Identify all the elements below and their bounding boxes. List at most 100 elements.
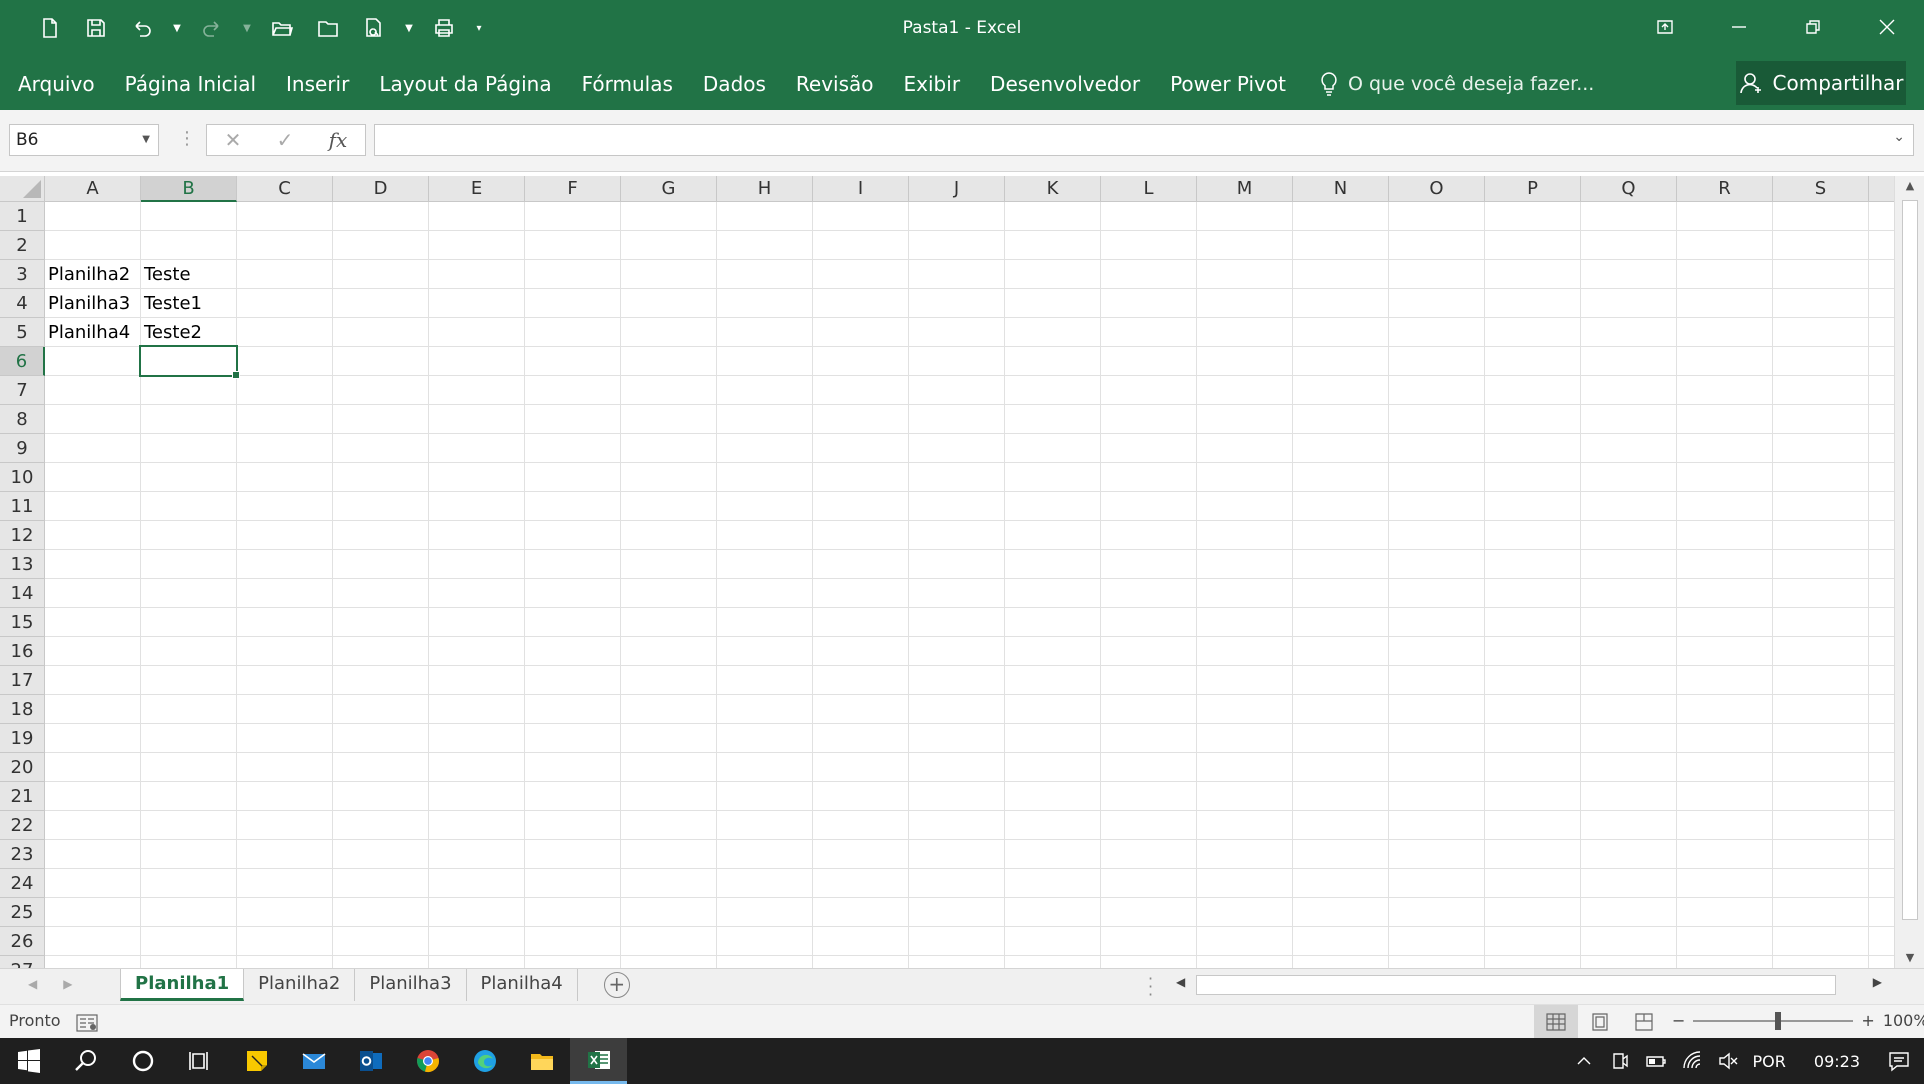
scroll-right-icon[interactable]: ▶ [1873, 975, 1882, 989]
column-header-e[interactable]: E [429, 176, 525, 202]
row-header-6[interactable]: 6 [0, 347, 45, 376]
vertical-scroll-thumb[interactable] [1902, 200, 1918, 920]
volume-muted-icon[interactable] [1717, 1050, 1739, 1072]
column-header-j[interactable]: J [909, 176, 1005, 202]
confirm-entry-icon[interactable]: ✓ [277, 128, 294, 152]
row-header-14[interactable]: 14 [0, 579, 45, 608]
tab-layout-da-pagina[interactable]: Layout da Página [367, 66, 563, 102]
column-header-n[interactable]: N [1293, 176, 1389, 202]
tab-formulas[interactable]: Fórmulas [570, 66, 685, 102]
row-header-13[interactable]: 13 [0, 550, 45, 579]
row-header-15[interactable]: 15 [0, 608, 45, 637]
column-header-g[interactable]: G [621, 176, 717, 202]
taskbar-outlook[interactable] [342, 1038, 399, 1084]
row-header-1[interactable]: 1 [0, 202, 45, 231]
tab-exibir[interactable]: Exibir [892, 66, 973, 102]
macro-recording-icon[interactable] [76, 1014, 98, 1032]
page-layout-view-button[interactable] [1578, 1005, 1622, 1039]
row-header-11[interactable]: 11 [0, 492, 45, 521]
row-header-17[interactable]: 17 [0, 666, 45, 695]
scroll-left-icon[interactable]: ◀ [1176, 975, 1185, 989]
cell-a3[interactable]: Planilha2 [45, 260, 130, 289]
restore-button[interactable] [1776, 0, 1850, 54]
sheet-tab-planilha4[interactable]: Planilha4 [467, 969, 578, 1001]
formula-bar-splitter[interactable]: ⋮ [178, 128, 196, 149]
close-button[interactable] [1850, 0, 1924, 54]
battery-icon[interactable] [1645, 1050, 1667, 1072]
row-header-18[interactable]: 18 [0, 695, 45, 724]
cell-b4[interactable]: Teste1 [141, 289, 202, 318]
column-header-p[interactable]: P [1485, 176, 1581, 202]
zoom-out-button[interactable]: − [1672, 1011, 1685, 1030]
sheet-prev-icon[interactable]: ◀ [28, 977, 37, 991]
row-header-27[interactable]: 27 [0, 956, 45, 968]
column-header-m[interactable]: M [1197, 176, 1293, 202]
row-header-5[interactable]: 5 [0, 318, 45, 347]
column-header-k[interactable]: K [1005, 176, 1101, 202]
taskbar-mail[interactable] [285, 1038, 342, 1084]
row-header-22[interactable]: 22 [0, 811, 45, 840]
formula-input[interactable]: ⌄ [374, 124, 1914, 156]
column-header-d[interactable]: D [333, 176, 429, 202]
column-header-b[interactable]: B [141, 176, 237, 202]
active-cell-outline[interactable] [139, 345, 240, 379]
ribbon-display-options-button[interactable] [1628, 0, 1702, 54]
zoom-slider-knob[interactable] [1775, 1011, 1782, 1030]
tab-desenvolvedor[interactable]: Desenvolvedor [978, 66, 1152, 102]
row-header-10[interactable]: 10 [0, 463, 45, 492]
vertical-scrollbar[interactable]: ▲ ▼ [1894, 176, 1924, 968]
sheet-tab-planilha1[interactable]: Planilha1 [120, 969, 245, 1001]
tab-arquivo[interactable]: Arquivo [6, 66, 107, 102]
row-header-4[interactable]: 4 [0, 289, 45, 318]
tab-dados[interactable]: Dados [691, 66, 778, 102]
cancel-entry-icon[interactable]: ✕ [225, 128, 242, 152]
select-all-button[interactable] [0, 176, 45, 202]
cell-a5[interactable]: Planilha4 [45, 318, 130, 347]
column-header-r[interactable]: R [1677, 176, 1773, 202]
column-header-h[interactable]: H [717, 176, 813, 202]
row-header-8[interactable]: 8 [0, 405, 45, 434]
sheet-tab-planilha2[interactable]: Planilha2 [244, 969, 356, 1001]
column-header-s[interactable]: S [1773, 176, 1869, 202]
insert-function-button[interactable]: fx [329, 128, 348, 152]
column-header-t[interactable]: T [1869, 176, 1894, 202]
column-header-q[interactable]: Q [1581, 176, 1677, 202]
chevron-up-icon[interactable] [1573, 1050, 1595, 1072]
row-header-9[interactable]: 9 [0, 434, 45, 463]
cell-area[interactable]: Planilha2 Teste Planilha3 Teste1 Planilha4 Te… [45, 202, 1894, 968]
cell-b5[interactable]: Teste2 [141, 318, 202, 347]
horizontal-scrollbar[interactable]: ◀ ▶ [1170, 973, 1890, 997]
taskbar-sticky-notes[interactable] [228, 1038, 285, 1084]
row-header-16[interactable]: 16 [0, 637, 45, 666]
tab-power-pivot[interactable]: Power Pivot [1158, 66, 1298, 102]
tab-revisao[interactable]: Revisão [784, 66, 886, 102]
zoom-level[interactable]: 100% [1883, 1011, 1924, 1030]
row-header-20[interactable]: 20 [0, 753, 45, 782]
column-header-a[interactable]: A [45, 176, 141, 202]
taskbar-edge[interactable] [456, 1038, 513, 1084]
meet-now-icon[interactable] [1609, 1050, 1631, 1072]
search-button[interactable] [57, 1038, 114, 1084]
row-header-26[interactable]: 26 [0, 927, 45, 956]
row-header-21[interactable]: 21 [0, 782, 45, 811]
taskbar-file-explorer[interactable] [513, 1038, 570, 1084]
scroll-up-icon[interactable]: ▲ [1895, 176, 1924, 196]
name-box[interactable]: B6 ▼ [9, 124, 159, 156]
expand-formula-bar-icon[interactable]: ⌄ [1893, 129, 1905, 145]
column-header-l[interactable]: L [1101, 176, 1197, 202]
normal-view-button[interactable] [1534, 1005, 1578, 1039]
start-button[interactable] [0, 1038, 57, 1084]
taskbar-excel[interactable] [570, 1038, 627, 1084]
notifications-icon[interactable] [1888, 1050, 1910, 1072]
column-header-c[interactable]: C [237, 176, 333, 202]
sheet-tab-planilha3[interactable]: Planilha3 [355, 969, 467, 1001]
sheet-next-icon[interactable]: ▶ [63, 977, 72, 991]
column-header-i[interactable]: I [813, 176, 909, 202]
tell-me-search[interactable]: O que você deseja fazer... [1318, 71, 1594, 97]
scroll-down-icon[interactable]: ▼ [1895, 948, 1924, 968]
language-indicator[interactable]: POR [1753, 1052, 1786, 1071]
column-header-o[interactable]: O [1389, 176, 1485, 202]
row-header-25[interactable]: 25 [0, 898, 45, 927]
row-header-2[interactable]: 2 [0, 231, 45, 260]
row-header-24[interactable]: 24 [0, 869, 45, 898]
